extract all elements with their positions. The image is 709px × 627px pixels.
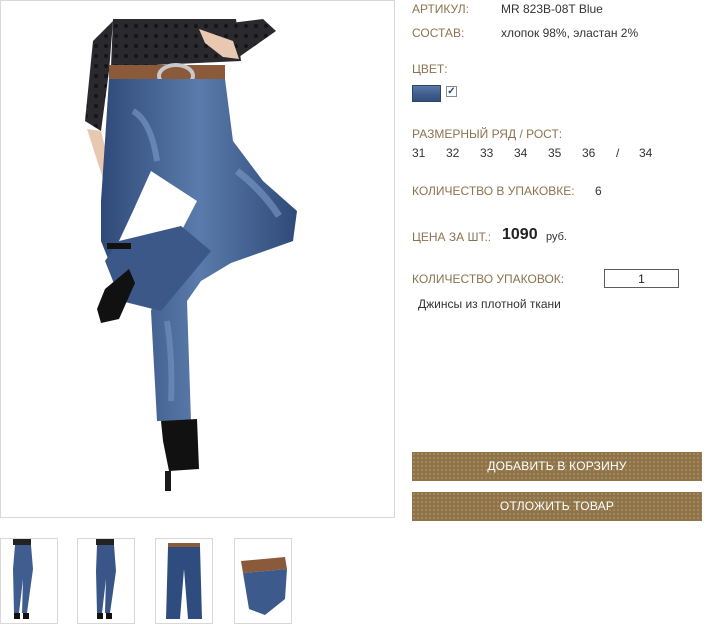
thumbnail-detail-image: [241, 557, 287, 615]
price-currency: руб.: [546, 231, 567, 243]
size-32: 32: [446, 146, 460, 160]
article-value: MR 823B-08T Blue: [501, 2, 603, 16]
size-34: 34: [514, 146, 528, 160]
size-33: 33: [480, 146, 494, 160]
thumbnail-flat-image: [166, 543, 202, 619]
size-35: 35: [548, 146, 562, 160]
add-to-cart-button[interactable]: ДОБАВИТЬ В КОРЗИНУ: [412, 452, 702, 481]
thumbnail-back-image: [96, 539, 116, 619]
packs-count-input[interactable]: [604, 269, 679, 288]
product-description: Джинсы из плотной ткани: [418, 297, 561, 311]
packs-count-label: КОЛИЧЕСТВО УПАКОВОК:: [412, 272, 565, 286]
color-checkbox[interactable]: ✓: [446, 86, 457, 97]
article-label: АРТИКУЛ:: [412, 2, 469, 16]
composition-label: СОСТАВ:: [412, 26, 465, 40]
jeans-model-image: [1, 1, 394, 517]
price-value: 1090: [502, 226, 538, 243]
size-31: 31: [412, 146, 426, 160]
pack-quantity-label: КОЛИЧЕСТВО В УПАКОВКЕ:: [412, 184, 575, 198]
thumbnail-front[interactable]: [0, 538, 58, 624]
height-value: 34: [639, 146, 653, 160]
postpone-button[interactable]: ОТЛОЖИТЬ ТОВАР: [412, 492, 702, 521]
size-range-label: РАЗМЕРНЫЙ РЯД / РОСТ:: [412, 127, 563, 141]
main-product-photo[interactable]: [0, 0, 395, 518]
price-label: ЦЕНА ЗА ШТ.:: [412, 230, 492, 244]
thumbnail-front-image: [13, 539, 33, 619]
size-36: 36: [582, 146, 596, 160]
color-swatch-blue[interactable]: [412, 85, 441, 102]
color-label: ЦВЕТ:: [412, 62, 448, 76]
composition-value: хлопок 98%, эластан 2%: [501, 26, 639, 40]
size-separator: /: [616, 146, 620, 160]
thumbnail-back[interactable]: [77, 538, 135, 624]
pack-quantity-value: 6: [595, 184, 602, 198]
thumbnail-flat[interactable]: [155, 538, 213, 624]
thumbnail-detail[interactable]: [234, 538, 292, 624]
